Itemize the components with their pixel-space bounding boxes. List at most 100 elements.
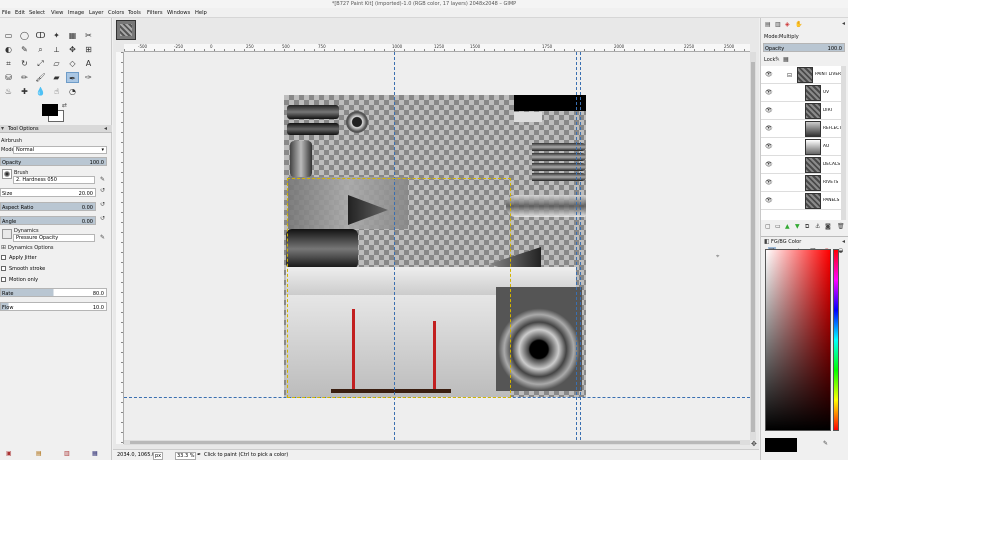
scissors-icon[interactable]: ✂ (82, 30, 95, 41)
visibility-eye-icon[interactable]: 👁 (765, 197, 773, 204)
new-group-icon[interactable]: ▭ (775, 223, 781, 230)
menu-layer[interactable]: Layer (89, 10, 103, 16)
aspect-ratio-slider[interactable]: Aspect Ratio 0.00 (0, 202, 96, 211)
delete-tool-preset-icon[interactable]: ▥ (64, 450, 70, 457)
layer-row[interactable]: 👁 DIRT (761, 102, 841, 120)
reset-aspect-icon[interactable]: ↺ (100, 201, 105, 208)
apply-jitter-checkbox[interactable] (1, 255, 6, 260)
rate-slider[interactable]: Rate 80.0 (0, 288, 107, 297)
dodge-icon[interactable]: ◔ (66, 86, 79, 97)
swap-colors-icon[interactable]: ⇄ (62, 102, 67, 109)
crop-icon[interactable]: ⌗ (2, 58, 15, 69)
reset-tool-options-icon[interactable]: ▦ (92, 450, 98, 457)
text-icon[interactable]: A (82, 58, 95, 69)
fg-color-preview[interactable] (765, 438, 797, 452)
dynamics-field[interactable]: Pressure Opacity (13, 234, 95, 242)
mode-select[interactable]: Normal ▾ (13, 146, 107, 154)
duplicate-layer-icon[interactable]: ⧉ (805, 223, 809, 231)
flow-slider[interactable]: Flow 10.0 (0, 302, 107, 311)
edit-dynamics-icon[interactable]: ✎ (100, 234, 105, 241)
opacity-slider[interactable]: Opacity 100.0 (0, 157, 107, 166)
angle-slider[interactable]: Angle 0.00 (0, 216, 96, 225)
dynamics-options-expander[interactable]: Dynamics Options (8, 245, 54, 251)
airbrush-icon[interactable]: ✒ (66, 72, 79, 83)
edit-brush-icon[interactable]: ✎ (100, 176, 105, 183)
vertical-scrollbar[interactable] (750, 52, 756, 440)
image-viewport[interactable] (124, 52, 750, 440)
fuzzy-select-icon[interactable]: ✦ (50, 30, 63, 41)
foreground-color-swatch[interactable] (42, 104, 58, 116)
lower-layer-icon[interactable]: ▼ (795, 223, 800, 230)
paths-icon[interactable]: ✎ (18, 44, 31, 55)
zoom-icon[interactable]: ⌕ (34, 44, 47, 55)
ink-icon[interactable]: ✑ (82, 72, 95, 83)
rotate-icon[interactable]: ↻ (18, 58, 31, 69)
expand-group-icon[interactable]: ⊟ (787, 72, 792, 79)
menu-view[interactable]: View (51, 10, 63, 16)
expander-icon[interactable]: ⊞ (1, 244, 6, 251)
rect-select-icon[interactable]: ▭ (2, 30, 15, 41)
blur-icon[interactable]: 💧 (34, 86, 47, 97)
color-picker-icon[interactable]: ✎ (823, 440, 828, 447)
menu-edit[interactable]: Edit (15, 10, 25, 16)
menu-select[interactable]: Select (29, 10, 45, 16)
pencil-icon[interactable]: ✏ (18, 72, 31, 83)
layer-row[interactable]: 👁 AO (761, 138, 841, 156)
menu-help[interactable]: Help (195, 10, 207, 16)
bucket-fill-icon[interactable]: ⛁ (2, 72, 15, 83)
saturation-value-field[interactable] (765, 249, 831, 431)
heal-icon[interactable]: ✚ (18, 86, 31, 97)
visibility-eye-icon[interactable]: 👁 (765, 125, 773, 132)
measure-icon[interactable]: ⟂ (50, 44, 63, 55)
layer-row[interactable]: 👁 DECALS (761, 156, 841, 174)
undo-tab-icon[interactable]: ✋ (795, 21, 802, 28)
menu-tools[interactable]: Tools (128, 10, 141, 16)
paintbrush-icon[interactable]: 🖌 (34, 72, 47, 83)
visibility-eye-icon[interactable]: 👁 (765, 179, 773, 186)
layer-row[interactable]: 👁 REFLECTIONS (761, 120, 841, 138)
smudge-icon[interactable]: ☝ (50, 86, 63, 97)
layer-row[interactable]: 👁 PANELS (761, 192, 841, 210)
vertical-guide[interactable] (580, 52, 581, 440)
layer-row[interactable]: 👁 UV (761, 84, 841, 102)
menu-windows[interactable]: Windows (167, 10, 190, 16)
perspective-icon[interactable]: ◇ (66, 58, 79, 69)
vertical-guide[interactable] (576, 52, 577, 440)
visibility-eye-icon[interactable]: 👁 (765, 161, 773, 168)
menu-file[interactable]: File (2, 10, 11, 16)
tab-menu-icon[interactable]: ▾ (1, 125, 4, 132)
navigate-icon[interactable]: ✥ (751, 440, 757, 448)
restore-tool-preset-icon[interactable]: ▤ (36, 450, 42, 457)
menu-colors[interactable]: Colors (108, 10, 124, 16)
ellipse-select-icon[interactable]: ◯ (18, 30, 31, 41)
dynamics-icon[interactable] (2, 229, 12, 239)
vertical-ruler[interactable] (116, 52, 124, 444)
layer-row[interactable]: 👁 RIVETS (761, 174, 841, 192)
visibility-eye-icon[interactable]: 👁 (765, 89, 773, 96)
mask-layer-icon[interactable]: ◙ (825, 223, 831, 230)
channels-tab-icon[interactable]: ▥ (775, 21, 781, 28)
horizontal-scrollbar[interactable] (124, 440, 750, 445)
visibility-eye-icon[interactable]: 👁 (765, 143, 773, 150)
lock-alpha-icon[interactable]: ▦ (783, 56, 789, 63)
visibility-eye-icon[interactable]: 👁 (765, 107, 773, 114)
save-tool-preset-icon[interactable]: ▣ (6, 450, 12, 457)
clone-icon[interactable]: ♨ (2, 86, 15, 97)
paths-tab-icon[interactable]: ◈ (785, 21, 790, 28)
hue-slider[interactable] (833, 249, 839, 431)
reset-angle-icon[interactable]: ↺ (100, 215, 105, 222)
menu-filters[interactable]: Filters (147, 10, 163, 16)
layer-opacity-slider[interactable]: Opacity 100.0 (763, 43, 845, 52)
color-select-icon[interactable]: ▦ (66, 30, 79, 41)
raise-layer-icon[interactable]: ▲ (785, 223, 790, 230)
tab-tool-options[interactable]: Tool Options (8, 126, 39, 132)
foreground-select-icon[interactable]: ◐ (2, 44, 15, 55)
anchor-layer-icon[interactable]: ⚓ (815, 223, 820, 230)
align-icon[interactable]: ⊞ (82, 44, 95, 55)
size-slider[interactable]: Size 20.00 (0, 188, 96, 197)
new-layer-icon[interactable]: ▢ (765, 223, 771, 230)
shear-icon[interactable]: ▱ (50, 58, 63, 69)
zoom-select[interactable]: 33.3 % (175, 452, 197, 460)
layer-mode-value[interactable]: Multiply (779, 34, 799, 40)
scale-icon[interactable]: ⤢ (34, 58, 47, 69)
